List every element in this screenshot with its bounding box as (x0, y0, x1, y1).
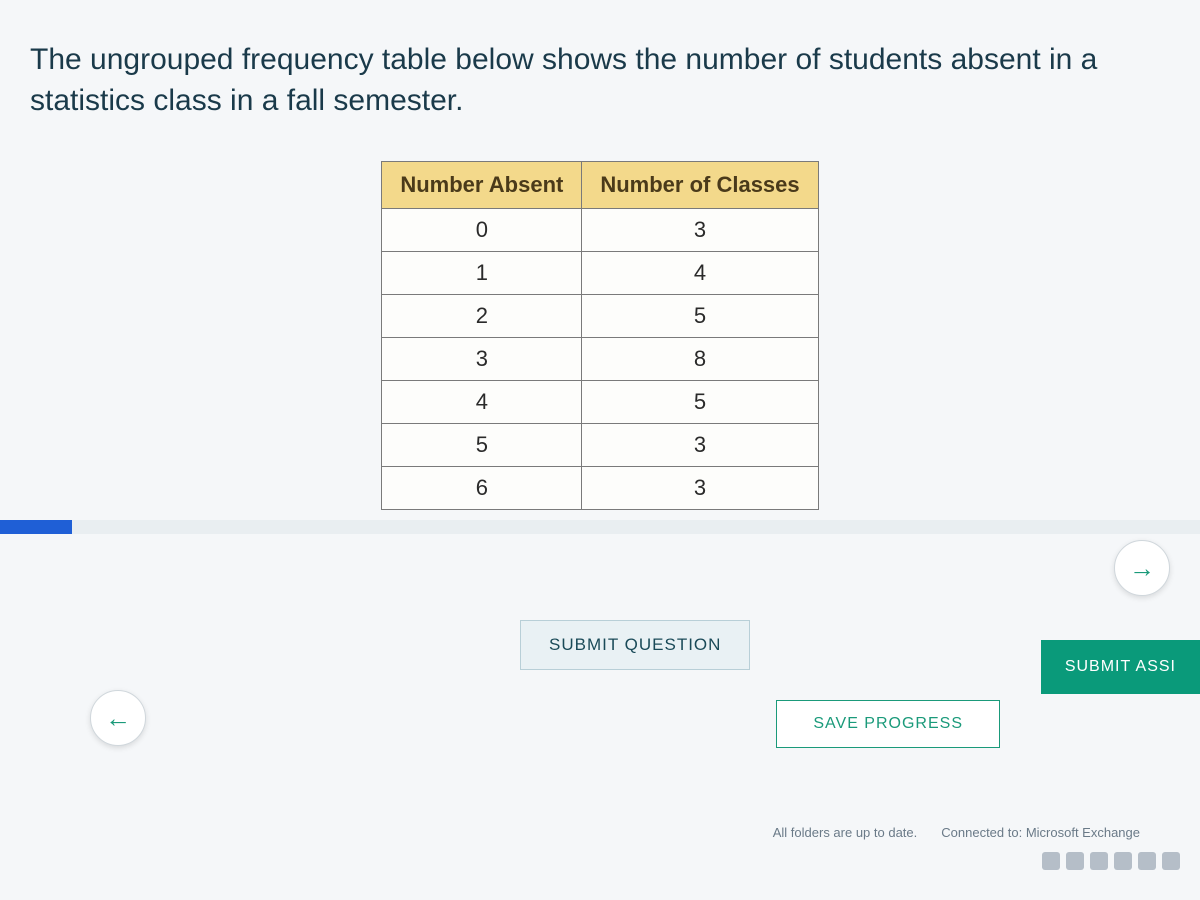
cell-absent: 3 (382, 338, 582, 381)
tray-icon (1162, 852, 1180, 870)
cell-absent: 0 (382, 209, 582, 252)
cell-classes: 5 (582, 295, 818, 338)
progress-bar-fill (0, 520, 72, 534)
submit-question-button[interactable]: SUBMIT QUESTION (520, 620, 750, 670)
cell-absent: 1 (382, 252, 582, 295)
table-row: 6 3 (382, 467, 818, 510)
save-progress-button[interactable]: SAVE PROGRESS (776, 700, 1000, 748)
cell-classes: 8 (582, 338, 818, 381)
cell-classes: 3 (582, 209, 818, 252)
cell-classes: 3 (582, 467, 818, 510)
submit-assignment-button[interactable]: SUBMIT ASSI (1041, 640, 1200, 694)
progress-bar-track (0, 520, 1200, 534)
arrow-right-icon: → (1129, 553, 1155, 584)
table-row: 0 3 (382, 209, 818, 252)
table-row: 3 8 (382, 338, 818, 381)
cell-classes: 3 (582, 424, 818, 467)
frequency-table: Number Absent Number of Classes 0 3 1 4 … (381, 161, 818, 510)
tray-icon (1066, 852, 1084, 870)
cell-absent: 6 (382, 467, 582, 510)
col-header-absent: Number Absent (382, 162, 582, 209)
cell-absent: 5 (382, 424, 582, 467)
col-header-classes: Number of Classes (582, 162, 818, 209)
table-row: 1 4 (382, 252, 818, 295)
table-row: 4 5 (382, 381, 818, 424)
tray-icon (1114, 852, 1132, 870)
system-tray (1042, 852, 1180, 870)
prev-question-button[interactable]: ← (90, 690, 146, 746)
frequency-table-wrap: Number Absent Number of Classes 0 3 1 4 … (30, 161, 1170, 510)
status-connection: Connected to: Microsoft Exchange (941, 825, 1140, 840)
table-row: 2 5 (382, 295, 818, 338)
cell-absent: 4 (382, 381, 582, 424)
table-row: 5 3 (382, 424, 818, 467)
tray-icon (1090, 852, 1108, 870)
cell-classes: 5 (582, 381, 818, 424)
status-bar: All folders are up to date. Connected to… (773, 825, 1140, 840)
status-folders: All folders are up to date. (773, 825, 918, 840)
next-question-button[interactable]: → (1114, 540, 1170, 596)
table-header-row: Number Absent Number of Classes (382, 162, 818, 209)
cell-classes: 4 (582, 252, 818, 295)
tray-icon (1138, 852, 1156, 870)
question-prompt: The ungrouped frequency table below show… (30, 40, 1130, 121)
cell-absent: 2 (382, 295, 582, 338)
tray-icon (1042, 852, 1060, 870)
arrow-left-icon: ← (105, 703, 131, 734)
